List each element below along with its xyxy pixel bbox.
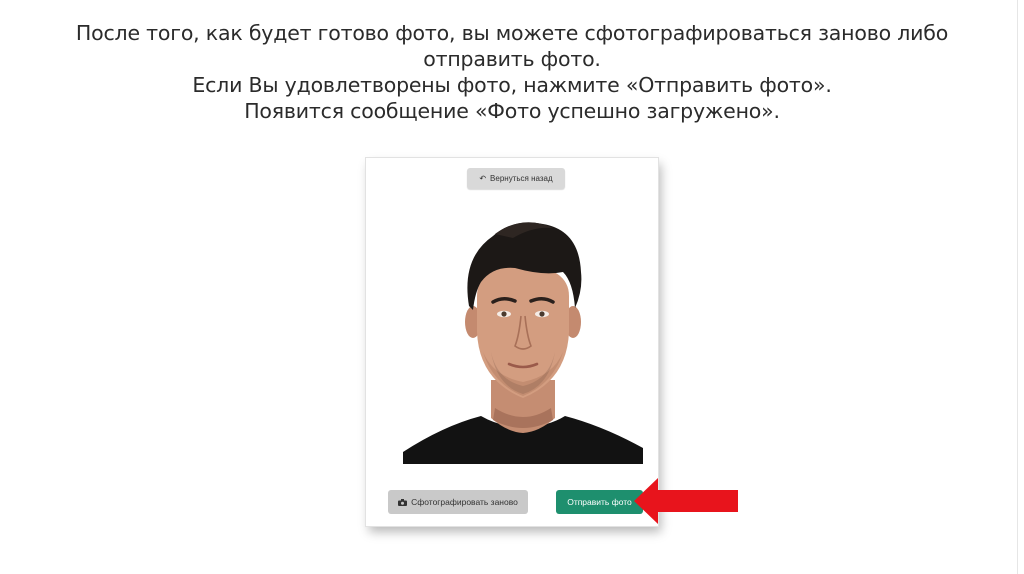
camera-icon xyxy=(398,498,408,506)
retake-button-label: Сфотографировать заново xyxy=(411,497,518,507)
slide-edge-line xyxy=(1017,0,1018,574)
back-arrow-icon: ↶ xyxy=(479,173,487,183)
instruction-line-3: Если Вы удовлетворены фото, нажмите «Отп… xyxy=(192,73,832,97)
instruction-line-1: После того, как будет готово фото, вы мо… xyxy=(75,21,949,45)
portrait-photo-image xyxy=(403,222,643,464)
instruction-line-4: Появится сообщение «Фото успешно загруже… xyxy=(244,99,780,123)
send-photo-button[interactable]: Отправить фото xyxy=(556,490,643,514)
instruction-line-2: отправить фото. xyxy=(423,47,601,71)
back-button[interactable]: ↶ Вернуться назад xyxy=(467,168,565,189)
slide: После того, как будет готово фото, вы мо… xyxy=(0,0,1024,574)
instruction-text: После того, как будет готово фото, вы мо… xyxy=(40,20,984,124)
retake-photo-button[interactable]: Сфотографировать заново xyxy=(388,490,528,514)
portrait-photo xyxy=(403,212,643,466)
photo-preview-screen: ↶ Вернуться назад Сфотографировать занов… xyxy=(366,158,658,526)
back-button-label: Вернуться назад xyxy=(490,174,553,183)
red-pointer-arrow-icon xyxy=(634,478,738,524)
send-button-label: Отправить фото xyxy=(567,497,632,507)
